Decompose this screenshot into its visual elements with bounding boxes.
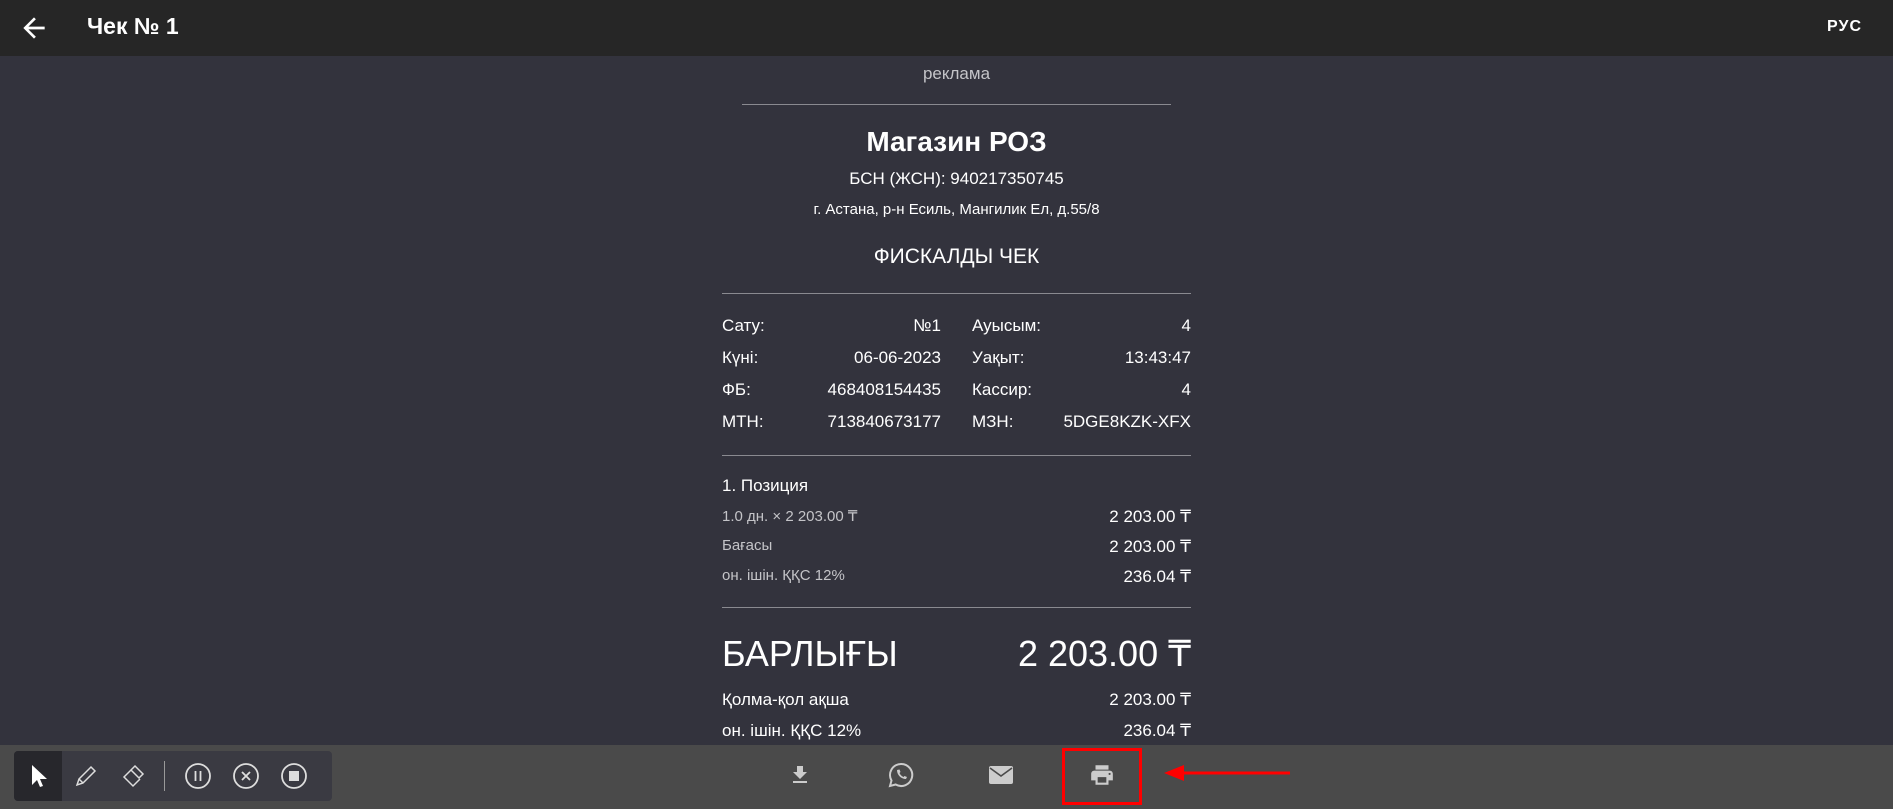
divider xyxy=(722,293,1191,294)
info-label: МЗН: xyxy=(972,412,1014,431)
receipt-type: ФИСКАЛДЫ ЧЕК xyxy=(873,245,1040,268)
store-bin: БСН (ЖСН): 940217350745 xyxy=(849,169,1064,188)
top-bar: Чек № 1 РУС xyxy=(0,0,1893,56)
download-button[interactable] xyxy=(780,757,820,793)
total-vat-label: он. ішін. ҚҚС 12% xyxy=(722,721,862,740)
vat-value: 236.04 ₸ xyxy=(1123,567,1191,586)
info-value: 06-06-2023 xyxy=(854,348,941,367)
qty-label: 1.0 дн. × 2 203.00 ₸ xyxy=(722,508,858,525)
info-value: 468408154435 xyxy=(827,380,941,399)
info-label: Сату: xyxy=(722,316,765,335)
receipt: реклама Магазин РОЗ БСН (ЖСН): 940217350… xyxy=(722,56,1191,745)
info-value: 5DGE8KZK-XFX xyxy=(1063,412,1191,431)
pointer-tool[interactable] xyxy=(14,751,62,801)
language-selector[interactable]: РУС xyxy=(1827,18,1862,36)
pen-tool[interactable] xyxy=(62,751,110,801)
divider xyxy=(722,455,1191,456)
toolbar-divider xyxy=(164,761,165,791)
page-title: Чек № 1 xyxy=(87,13,179,39)
info-label: Уақыт: xyxy=(972,348,1025,367)
cash-value: 2 203.00 ₸ xyxy=(1109,690,1191,709)
highlight-box xyxy=(1062,748,1142,805)
stop-icon xyxy=(281,763,307,789)
total-value: 2 203.00 ₸ xyxy=(1017,633,1191,674)
download-icon xyxy=(793,766,807,783)
info-label: МТН: xyxy=(722,412,764,431)
pencil-icon xyxy=(75,765,97,787)
info-label: Кассир: xyxy=(972,380,1033,399)
arrow-left-icon xyxy=(23,17,45,39)
whatsapp-button[interactable] xyxy=(881,757,921,793)
info-value: №1 xyxy=(913,316,941,335)
info-value: 4 xyxy=(1181,380,1191,399)
info-value: 713840673177 xyxy=(827,412,941,431)
bottom-bar xyxy=(0,745,1893,809)
close-circle-icon xyxy=(233,763,259,789)
store-name: Магазин РОЗ xyxy=(866,126,1047,157)
ad-text: реклама xyxy=(922,64,991,83)
pause-icon xyxy=(185,763,211,789)
total-vat-value: 236.04 ₸ xyxy=(1123,721,1191,740)
mail-icon xyxy=(989,766,1013,784)
cash-label: Қолма-қол ақша xyxy=(722,690,849,709)
info-value: 13:43:47 xyxy=(1124,348,1191,367)
cursor-icon xyxy=(32,765,47,787)
divider xyxy=(722,607,1191,608)
back-button[interactable] xyxy=(18,12,50,44)
info-value: 4 xyxy=(1181,316,1191,335)
info-label: ФБ: xyxy=(722,380,751,399)
brush-icon xyxy=(122,764,145,788)
cancel-button[interactable] xyxy=(222,751,270,801)
price-value: 2 203.00 ₸ xyxy=(1109,537,1191,556)
price-label: Бағасы xyxy=(722,537,773,554)
total-label: БАРЛЫҒЫ xyxy=(722,633,898,674)
total-row: БАРЛЫҒЫ 2 203.00 ₸ xyxy=(722,633,1191,677)
email-button[interactable] xyxy=(981,757,1021,793)
whatsapp-icon xyxy=(888,762,914,788)
eraser-tool[interactable] xyxy=(110,751,158,801)
qty-value: 2 203.00 ₸ xyxy=(1109,507,1191,526)
pause-button[interactable] xyxy=(174,751,222,801)
info-label: Ауысым: xyxy=(972,316,1041,335)
position-name: 1. Позиция xyxy=(722,476,809,495)
info-label: Күні: xyxy=(722,348,759,367)
divider xyxy=(742,104,1171,105)
annotation-toolbar xyxy=(14,751,332,801)
arrow-annotation-icon xyxy=(1164,765,1290,781)
vat-label: он. ішін. ҚҚС 12% xyxy=(722,567,845,584)
store-address: г. Астана, р-н Есиль, Мангилик Ел, д.55/… xyxy=(813,201,1100,218)
stop-button[interactable] xyxy=(270,751,318,801)
